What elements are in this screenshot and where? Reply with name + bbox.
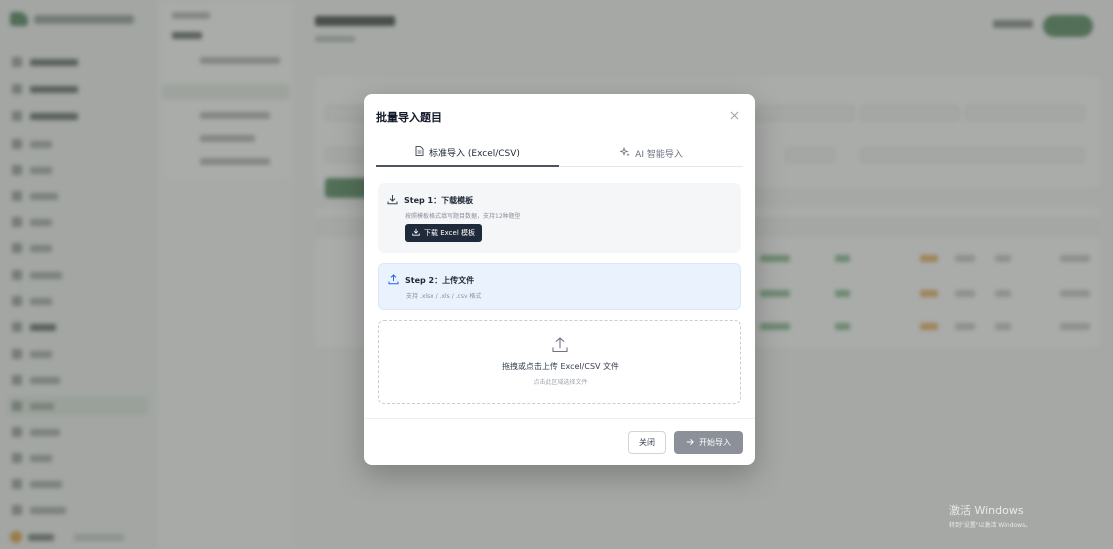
dropzone-main-text: 拖拽或点击上传 Excel/CSV 文件 (501, 362, 620, 371)
step1-card: Step 1：下载模板 按照模板格式填写题目数据，支持12种题型 下载 Exce… (378, 183, 741, 253)
upload-icon (551, 336, 569, 358)
download-icon (412, 228, 420, 238)
dropzone-hint-text: 点击此区域选择文件 (533, 379, 588, 386)
upload-icon (388, 274, 399, 287)
download-icon (387, 194, 398, 207)
tab-ai-import[interactable]: AI 智能导入 (560, 140, 743, 167)
dialog-title: 批量导入题目 (376, 111, 442, 124)
watermark-line2: 转到"设置"以激活 Windows。 (949, 522, 1032, 529)
close-button[interactable]: 关闭 (628, 431, 666, 454)
download-template-label: 下载 Excel 模板 (424, 229, 475, 237)
start-import-label: 开始导入 (699, 438, 731, 447)
watermark-line1: 激活 Windows (949, 504, 1024, 517)
close-icon[interactable] (727, 108, 741, 122)
step1-description: 按照模板格式填写题目数据，支持12种题型 (405, 213, 521, 220)
footer-divider (364, 418, 755, 419)
tab-standard-import[interactable]: 标准导入 (Excel/CSV) (376, 140, 559, 167)
step2-title: Step 2：上传文件 (405, 276, 475, 285)
step2-header: Step 2：上传文件 (388, 274, 474, 287)
arrow-right-icon (686, 438, 694, 448)
step2-description: 支持 .xlsx / .xls / .csv 格式 (406, 293, 482, 300)
step1-title: Step 1：下载模板 (404, 196, 474, 205)
import-mode-tabs: 标准导入 (Excel/CSV) AI 智能导入 (376, 140, 743, 167)
start-import-button[interactable]: 开始导入 (674, 431, 743, 454)
file-dropzone[interactable]: 拖拽或点击上传 Excel/CSV 文件 点击此区域选择文件 (378, 320, 741, 404)
download-template-button[interactable]: 下载 Excel 模板 (405, 224, 482, 242)
sparkle-icon (619, 146, 630, 160)
tab-label: AI 智能导入 (635, 150, 683, 160)
tab-label: 标准导入 (Excel/CSV) (429, 149, 520, 159)
windows-activation-watermark: 激活 Windows 转到"设置"以激活 Windows。 (949, 502, 1031, 529)
step1-header: Step 1：下载模板 (387, 194, 473, 207)
step2-card: Step 2：上传文件 支持 .xlsx / .xls / .csv 格式 (378, 263, 741, 310)
file-icon (415, 146, 424, 159)
import-questions-dialog: 批量导入题目 标准导入 (Excel/CSV) AI 智能导入 Step 1：下… (364, 94, 755, 465)
